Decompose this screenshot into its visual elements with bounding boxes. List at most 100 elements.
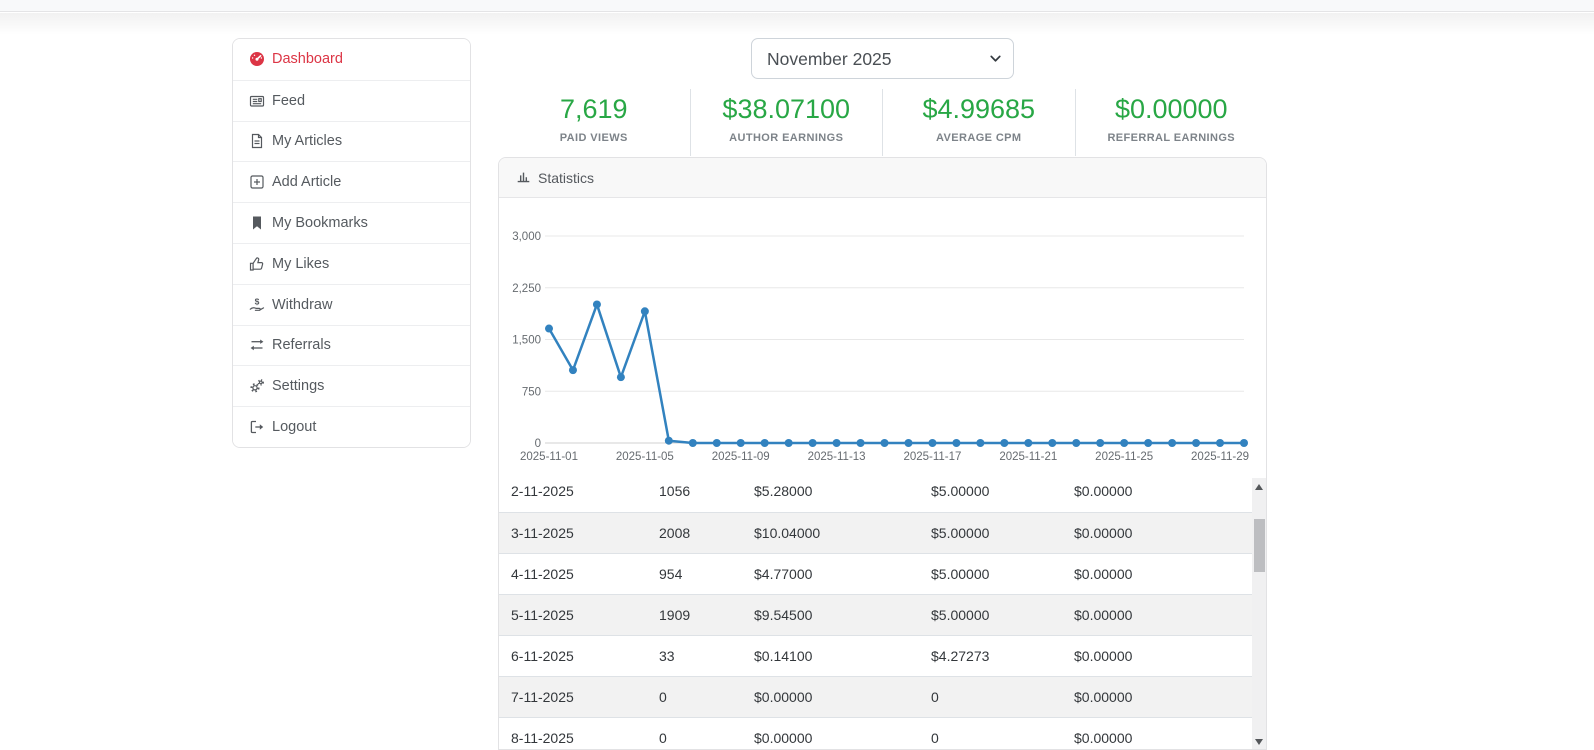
cell-date: 7-11-2025 bbox=[499, 676, 647, 717]
stat-label: AVERAGE CPM bbox=[883, 132, 1075, 144]
cell-date: 8-11-2025 bbox=[499, 717, 647, 750]
scrollbar-up-button[interactable] bbox=[1252, 479, 1266, 495]
sidebar-item-label: Referrals bbox=[272, 337, 331, 353]
month-select-wrap: November 2025 bbox=[751, 38, 1014, 79]
logout-icon bbox=[249, 419, 265, 435]
cell-earnings: $0.00000 bbox=[742, 676, 919, 717]
cell-referral: $0.00000 bbox=[1062, 553, 1252, 594]
cell-earnings: $5.28000 bbox=[742, 471, 919, 512]
cell-referral: $0.00000 bbox=[1062, 717, 1252, 750]
cell-earnings: $0.14100 bbox=[742, 635, 919, 676]
sidebar-item-label: Dashboard bbox=[272, 51, 343, 67]
stat-value: $38.07100 bbox=[691, 93, 883, 125]
sidebar-item-add-article[interactable]: Add Article bbox=[233, 161, 470, 202]
sidebar-item-withdraw[interactable]: $ Withdraw bbox=[233, 284, 470, 325]
bookmark-icon bbox=[249, 215, 265, 231]
cell-cpm: $5.00000 bbox=[919, 594, 1062, 635]
plus-square-icon bbox=[249, 174, 265, 190]
stat-value: $0.00000 bbox=[1076, 93, 1268, 125]
sidebar-item-label: My Bookmarks bbox=[272, 215, 368, 231]
sidebar-item-label: Settings bbox=[272, 378, 324, 394]
tachometer-icon bbox=[249, 51, 265, 67]
cell-date: 6-11-2025 bbox=[499, 635, 647, 676]
svg-text:2025-11-01: 2025-11-01 bbox=[520, 451, 578, 463]
sidebar-item-settings[interactable]: Settings bbox=[233, 365, 470, 406]
sidebar-item-my-likes[interactable]: My Likes bbox=[233, 243, 470, 284]
cell-views: 1056 bbox=[647, 471, 742, 512]
stat-paid-views: 7,619 PAID VIEWS bbox=[498, 89, 690, 156]
sidebar-item-label: Add Article bbox=[272, 174, 341, 190]
cell-views: 2008 bbox=[647, 512, 742, 553]
bar-chart-icon bbox=[516, 169, 531, 187]
sidebar-item-label: My Likes bbox=[272, 256, 329, 272]
cell-date: 2-11-2025 bbox=[499, 471, 647, 512]
svg-text:0: 0 bbox=[535, 438, 541, 450]
cell-views: 33 bbox=[647, 635, 742, 676]
cell-earnings: $4.77000 bbox=[742, 553, 919, 594]
stat-value: 7,619 bbox=[498, 93, 690, 125]
hand-dollar-icon: $ bbox=[249, 297, 265, 313]
file-icon bbox=[249, 133, 265, 149]
cell-cpm: $5.00000 bbox=[919, 512, 1062, 553]
daily-stats-table-wrap: 2-11-2025 1056 $5.28000 $5.00000 $0.0000… bbox=[499, 471, 1266, 750]
stat-label: REFERRAL EARNINGS bbox=[1076, 132, 1268, 144]
sidebar-item-dashboard[interactable]: Dashboard bbox=[233, 39, 470, 80]
sidebar-item-my-articles[interactable]: My Articles bbox=[233, 121, 470, 162]
cell-referral: $0.00000 bbox=[1062, 635, 1252, 676]
table-row: 6-11-2025 33 $0.14100 $4.27273 $0.00000 bbox=[499, 635, 1252, 676]
statistics-card-title: Statistics bbox=[538, 170, 594, 186]
sidebar-menu: Dashboard Feed My Articles Add Article M… bbox=[232, 38, 471, 448]
table-row: 8-11-2025 0 $0.00000 0 $0.00000 bbox=[499, 717, 1252, 750]
statistics-line-chart[interactable]: 0 750 1,500 2,250 3,000 2025-11-01 2025-11-05 2… bbox=[499, 198, 1266, 471]
sidebar-item-label: Logout bbox=[272, 419, 316, 435]
stat-referral-earnings: $0.00000 REFERRAL EARNINGS bbox=[1075, 89, 1268, 156]
main-content: November 2025 7,619 PAID VIEWS $38.07100… bbox=[498, 38, 1267, 156]
table-row: 3-11-2025 2008 $10.04000 $5.00000 $0.000… bbox=[499, 512, 1252, 553]
table-row: 2-11-2025 1056 $5.28000 $5.00000 $0.0000… bbox=[499, 471, 1252, 512]
scrollbar-down-button[interactable] bbox=[1252, 734, 1266, 750]
cell-cpm: $5.00000 bbox=[919, 553, 1062, 594]
svg-text:2025-11-05: 2025-11-05 bbox=[616, 451, 674, 463]
svg-text:$: $ bbox=[255, 297, 260, 307]
sidebar-item-logout[interactable]: Logout bbox=[233, 406, 470, 447]
sidebar-item-referrals[interactable]: Referrals bbox=[233, 325, 470, 366]
sidebar-item-feed[interactable]: Feed bbox=[233, 80, 470, 121]
stat-label: AUTHOR EARNINGS bbox=[691, 132, 883, 144]
triangle-down-icon bbox=[1255, 739, 1263, 745]
top-navigation-bar bbox=[0, 0, 1594, 12]
cell-date: 5-11-2025 bbox=[499, 594, 647, 635]
newspaper-icon bbox=[249, 93, 265, 109]
cogs-icon bbox=[249, 378, 265, 394]
stat-author-earnings: $38.07100 AUTHOR EARNINGS bbox=[690, 89, 883, 156]
cell-views: 954 bbox=[647, 553, 742, 594]
exchange-icon bbox=[249, 337, 265, 353]
cell-cpm: 0 bbox=[919, 676, 1062, 717]
cell-cpm: 0 bbox=[919, 717, 1062, 750]
topbar-shadow bbox=[0, 13, 1594, 35]
svg-text:750: 750 bbox=[522, 386, 541, 398]
sidebar-item-my-bookmarks[interactable]: My Bookmarks bbox=[233, 202, 470, 243]
svg-text:2,250: 2,250 bbox=[512, 283, 541, 295]
svg-text:2025-11-29: 2025-11-29 bbox=[1191, 451, 1249, 463]
cell-date: 4-11-2025 bbox=[499, 553, 647, 594]
cell-referral: $0.00000 bbox=[1062, 512, 1252, 553]
svg-text:1,500: 1,500 bbox=[512, 335, 541, 347]
cell-earnings: $0.00000 bbox=[742, 717, 919, 750]
table-scrollbar[interactable] bbox=[1252, 478, 1266, 750]
statistics-card-header: Statistics bbox=[499, 158, 1266, 198]
svg-text:2025-11-09: 2025-11-09 bbox=[712, 451, 770, 463]
triangle-up-icon bbox=[1255, 484, 1263, 490]
cell-views: 0 bbox=[647, 676, 742, 717]
thumbs-up-icon bbox=[249, 256, 265, 272]
scrollbar-thumb[interactable] bbox=[1254, 519, 1265, 572]
stat-average-cpm: $4.99685 AVERAGE CPM bbox=[882, 89, 1075, 156]
cell-earnings: $9.54500 bbox=[742, 594, 919, 635]
svg-text:2025-11-25: 2025-11-25 bbox=[1095, 451, 1153, 463]
month-select[interactable]: November 2025 bbox=[751, 38, 1014, 79]
stat-value: $4.99685 bbox=[883, 93, 1075, 125]
cell-views: 1909 bbox=[647, 594, 742, 635]
svg-text:2025-11-21: 2025-11-21 bbox=[999, 451, 1057, 463]
table-row: 5-11-2025 1909 $9.54500 $5.00000 $0.0000… bbox=[499, 594, 1252, 635]
svg-text:3,000: 3,000 bbox=[512, 231, 541, 243]
statistics-card: Statistics 0 750 1,500 2,250 3,000 2025-11-01… bbox=[498, 157, 1267, 750]
